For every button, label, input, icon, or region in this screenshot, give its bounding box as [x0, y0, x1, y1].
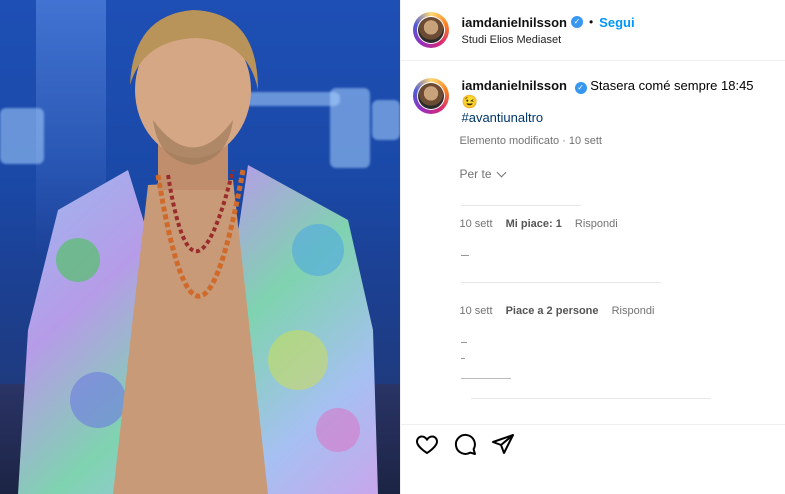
edited-meta: Elemento modificato · 10 sett: [459, 135, 602, 147]
filter-label: Per te: [459, 167, 492, 181]
blurred-comment: [461, 378, 512, 379]
comment-likes[interactable]: Mi piace: 1: [506, 218, 562, 230]
location-link[interactable]: Studi Elios Mediaset: [461, 34, 634, 46]
comment-time[interactable]: 10 sett: [459, 305, 492, 317]
verified-icon: ✓: [570, 16, 583, 28]
man-in-floral-shirt: [18, 10, 378, 494]
comment-likes[interactable]: Piace a 2 persone: [506, 305, 599, 317]
profile-photo: [418, 83, 445, 109]
comment-meta: 10 sett Piace a 2 persone Rispondi: [459, 305, 654, 317]
username-link[interactable]: iamdanielnilsson: [461, 15, 566, 30]
blurred-comment: [461, 255, 470, 256]
caption: iamdanielnilsson ✓ Stasera comé sempre 1…: [413, 78, 761, 126]
comment-icon[interactable]: [453, 432, 477, 456]
caption-username[interactable]: iamdanielnilsson: [461, 78, 566, 93]
blurred-comment: [461, 282, 662, 283]
share-icon[interactable]: [491, 432, 515, 456]
post-photo[interactable]: [0, 0, 401, 494]
blurred-comment: [461, 358, 466, 359]
blurred-comment: [471, 398, 712, 399]
post-side-panel: iamdanielnilsson ✓ • Segui Studi Elios M…: [400, 0, 785, 494]
blurred-comment: [461, 342, 468, 343]
reply-button[interactable]: Rispondi: [575, 218, 618, 230]
hashtag-link[interactable]: #avantiunaltro: [461, 110, 761, 126]
instagram-post: iamdanielnilsson ✓ • Segui Studi Elios M…: [0, 0, 785, 494]
avatar[interactable]: [413, 78, 450, 114]
verified-icon: ✓: [574, 82, 587, 94]
chevron-down-icon: [496, 167, 506, 178]
follow-button[interactable]: Segui: [599, 15, 634, 30]
avatar[interactable]: [413, 12, 450, 48]
separator-dot: •: [588, 15, 594, 29]
post-header: iamdanielnilsson ✓ • Segui Studi Elios M…: [401, 0, 785, 61]
reply-button[interactable]: Rispondi: [612, 305, 655, 317]
comment-filter-dropdown[interactable]: Per te: [459, 167, 506, 181]
profile-photo: [418, 17, 445, 43]
post-actions: [415, 432, 515, 456]
comment-meta: 10 sett Mi piace: 1 Rispondi: [459, 218, 617, 230]
comment-time[interactable]: 10 sett: [459, 218, 492, 230]
actions-divider: [401, 424, 785, 425]
blurred-comment: [461, 205, 582, 206]
heart-icon[interactable]: [415, 432, 439, 456]
